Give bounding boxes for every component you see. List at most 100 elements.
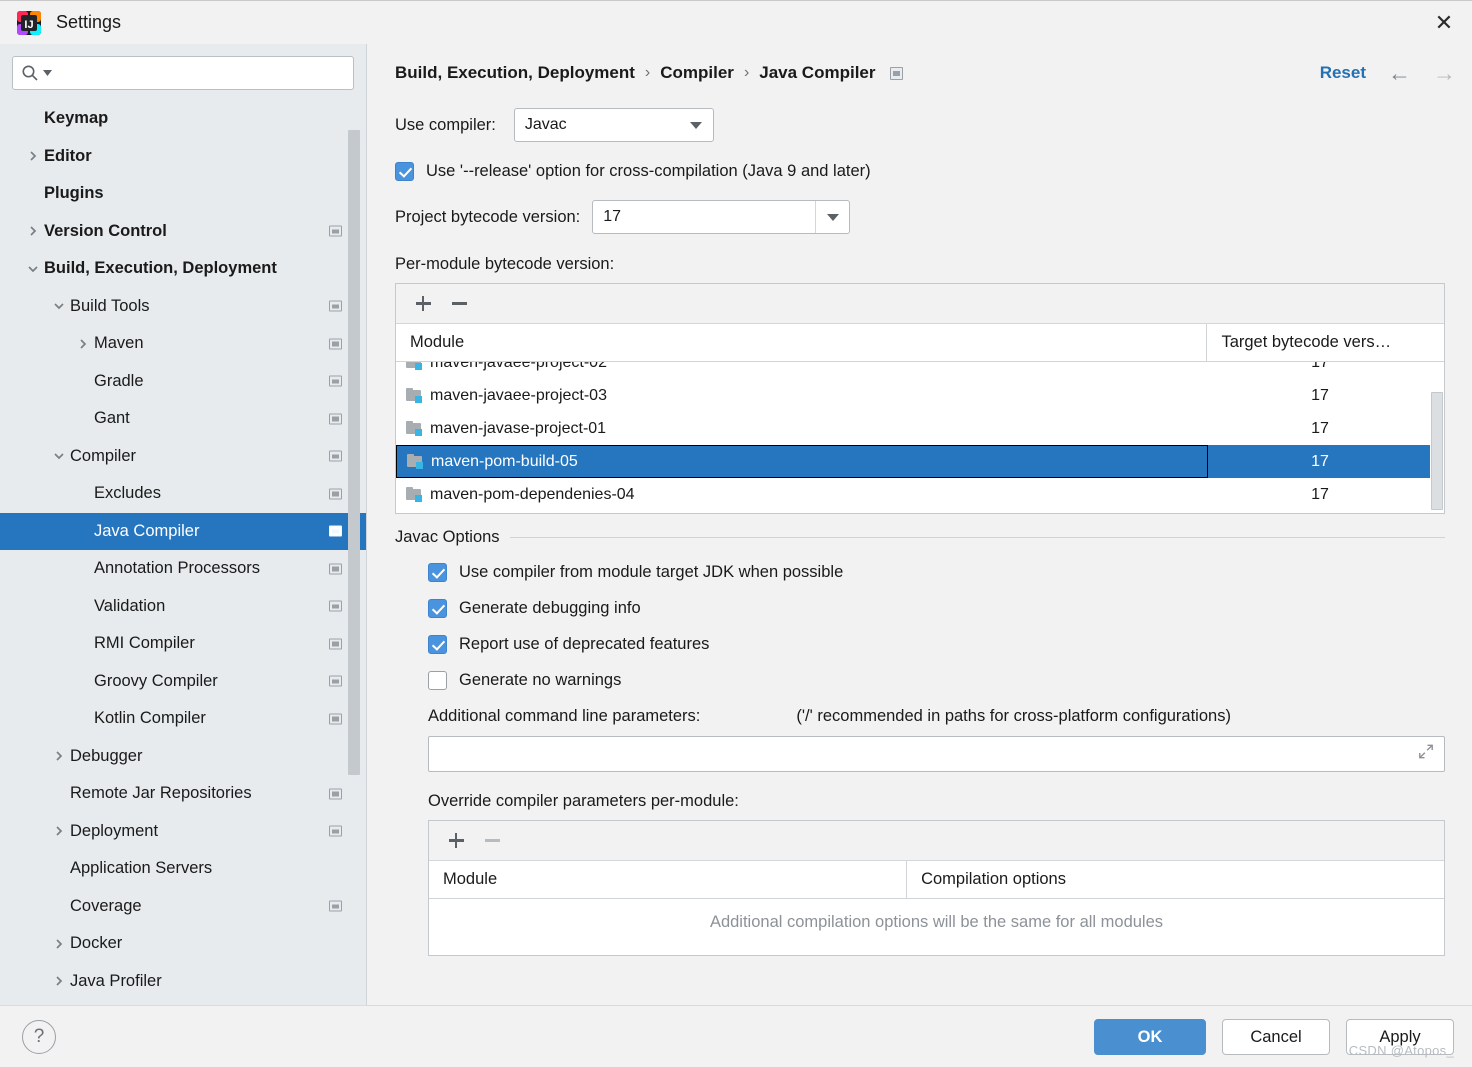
- sidebar-item-gant[interactable]: Gant: [0, 400, 366, 438]
- chevron-down-icon[interactable]: [48, 450, 70, 462]
- checkbox[interactable]: [428, 563, 447, 582]
- table-row[interactable]: maven-pom-dependenies-04 17: [396, 478, 1444, 511]
- additional-params-label: Additional command line parameters:: [428, 707, 701, 725]
- sidebar-item-java-profiler[interactable]: Java Profiler: [0, 963, 366, 988]
- chevron-right-icon[interactable]: [22, 225, 44, 237]
- breadcrumb-part-0[interactable]: Build, Execution, Deployment: [395, 63, 635, 83]
- sidebar-item-editor[interactable]: Editor: [0, 138, 366, 176]
- table-row[interactable]: maven-javaee-project-03 17: [396, 379, 1444, 412]
- sidebar-item-java-compiler[interactable]: Java Compiler: [0, 512, 366, 550]
- add-module-button[interactable]: [410, 291, 436, 317]
- target-bytecode-cell[interactable]: 17: [1208, 362, 1432, 379]
- section-divider: [509, 537, 1445, 538]
- target-bytecode-cell[interactable]: 17: [1208, 412, 1432, 445]
- search-icon: [21, 64, 39, 82]
- javac-option-generate-no-warnings[interactable]: Generate no warnings: [428, 671, 1472, 690]
- sidebar-item-deployment[interactable]: Deployment: [0, 813, 366, 851]
- sidebar-item-keymap[interactable]: Keymap: [0, 100, 366, 138]
- ok-button[interactable]: OK: [1094, 1019, 1206, 1055]
- title-bar: IJ Settings ✕: [0, 0, 1472, 44]
- sidebar-item-debugger[interactable]: Debugger: [0, 738, 366, 776]
- search-wrapper: [0, 44, 366, 100]
- javac-option-use-compiler-from-module-target-jdk-when-possible[interactable]: Use compiler from module target JDK when…: [428, 563, 1472, 582]
- column-header-target-bytecode[interactable]: Target bytecode vers…: [1206, 324, 1444, 361]
- checkbox[interactable]: [428, 635, 447, 654]
- chevron-right-icon[interactable]: [48, 938, 70, 950]
- additional-params-input-wrapper[interactable]: [428, 736, 1445, 772]
- sidebar-item-application-servers[interactable]: Application Servers: [0, 850, 366, 888]
- sidebar-item-maven[interactable]: Maven: [0, 325, 366, 363]
- release-option-checkbox[interactable]: [395, 162, 414, 181]
- arrow-right-icon[interactable]: →: [1433, 61, 1456, 85]
- override-table-empty-message: Additional compilation options will be t…: [709, 913, 1164, 931]
- chevron-down-icon[interactable]: [679, 109, 713, 141]
- release-option-checkbox-row[interactable]: Use '--release' option for cross-compila…: [395, 162, 1472, 181]
- sidebar-scrollbar[interactable]: [348, 108, 360, 988]
- sidebar-item-remote-jar-repositories[interactable]: Remote Jar Repositories: [0, 775, 366, 813]
- window-title: Settings: [56, 12, 122, 32]
- table-scrollbar-thumb[interactable]: [1431, 392, 1443, 510]
- table-scrollbar[interactable]: [1430, 362, 1444, 513]
- project-scope-icon: [329, 600, 342, 612]
- javac-option-report-use-of-deprecated-features[interactable]: Report use of deprecated features: [428, 635, 1472, 654]
- checkbox[interactable]: [428, 671, 447, 690]
- column-header-compilation-options[interactable]: Compilation options: [906, 861, 1444, 898]
- sidebar-item-validation[interactable]: Validation: [0, 588, 366, 626]
- sidebar-item-kotlin-compiler[interactable]: Kotlin Compiler: [0, 700, 366, 738]
- use-compiler-select[interactable]: Javac: [513, 108, 714, 142]
- breadcrumb-part-1[interactable]: Compiler: [660, 63, 734, 83]
- chevron-right-icon[interactable]: [48, 825, 70, 837]
- module-cell[interactable]: maven-pom-dependenies-04: [396, 478, 1208, 511]
- chevron-down-icon[interactable]: [48, 300, 70, 312]
- module-cell[interactable]: maven-javaee-project-02: [396, 362, 1208, 379]
- javac-option-generate-debugging-info[interactable]: Generate debugging info: [428, 599, 1472, 618]
- sidebar-item-groovy-compiler[interactable]: Groovy Compiler: [0, 663, 366, 701]
- close-icon[interactable]: ✕: [1416, 1, 1472, 45]
- cancel-button[interactable]: Cancel: [1222, 1019, 1330, 1055]
- chevron-down-icon[interactable]: [815, 201, 849, 233]
- sidebar-item-docker[interactable]: Docker: [0, 925, 366, 963]
- sidebar-item-excludes[interactable]: Excludes: [0, 475, 366, 513]
- search-box[interactable]: [12, 56, 354, 90]
- remove-module-button[interactable]: [446, 291, 472, 317]
- arrow-left-icon[interactable]: ←: [1388, 61, 1411, 85]
- help-icon[interactable]: ?: [22, 1020, 56, 1054]
- target-bytecode-cell[interactable]: 17: [1208, 445, 1432, 478]
- chevron-right-icon[interactable]: [48, 975, 70, 987]
- sidebar-item-rmi-compiler[interactable]: RMI Compiler: [0, 625, 366, 663]
- sidebar-item-compiler[interactable]: Compiler: [0, 438, 366, 476]
- add-override-button[interactable]: [443, 828, 469, 854]
- project-scope-icon: [329, 563, 342, 575]
- sidebar-item-gradle[interactable]: Gradle: [0, 363, 366, 401]
- module-folder-icon: [406, 487, 422, 502]
- additional-params-input[interactable]: [429, 737, 1444, 771]
- reset-button[interactable]: Reset: [1320, 63, 1366, 83]
- module-cell[interactable]: maven-pom-build-05: [396, 445, 1208, 478]
- sidebar-item-annotation-processors[interactable]: Annotation Processors: [0, 550, 366, 588]
- chevron-down-icon[interactable]: [22, 263, 44, 275]
- checkbox[interactable]: [428, 599, 447, 618]
- target-bytecode-cell[interactable]: 17: [1208, 478, 1432, 511]
- sidebar-item-build-execution-deployment[interactable]: Build, Execution, Deployment: [0, 250, 366, 288]
- apply-button[interactable]: Apply: [1346, 1019, 1454, 1055]
- search-input[interactable]: [56, 63, 345, 83]
- sidebar-item-coverage[interactable]: Coverage: [0, 888, 366, 926]
- search-dropdown-icon[interactable]: [43, 69, 52, 78]
- chevron-right-icon[interactable]: [72, 338, 94, 350]
- table-row[interactable]: maven-javase-project-01 17: [396, 412, 1444, 445]
- sidebar-item-plugins[interactable]: Plugins: [0, 175, 366, 213]
- expand-icon[interactable]: [1418, 744, 1434, 765]
- column-header-module[interactable]: Module: [396, 324, 1206, 361]
- table-row[interactable]: maven-javaee-project-02 17: [396, 362, 1444, 379]
- sidebar-item-build-tools[interactable]: Build Tools: [0, 288, 366, 326]
- column-header-override-module[interactable]: Module: [429, 861, 906, 898]
- sidebar-scrollbar-thumb[interactable]: [348, 130, 360, 775]
- module-cell[interactable]: maven-javaee-project-03: [396, 379, 1208, 412]
- target-bytecode-cell[interactable]: 17: [1208, 379, 1432, 412]
- module-cell[interactable]: maven-javase-project-01: [396, 412, 1208, 445]
- chevron-right-icon[interactable]: [22, 150, 44, 162]
- chevron-right-icon[interactable]: [48, 750, 70, 762]
- project-bytecode-select[interactable]: 17: [592, 200, 851, 234]
- table-row[interactable]: maven-pom-build-05 17: [396, 445, 1444, 478]
- sidebar-item-version-control[interactable]: Version Control: [0, 213, 366, 251]
